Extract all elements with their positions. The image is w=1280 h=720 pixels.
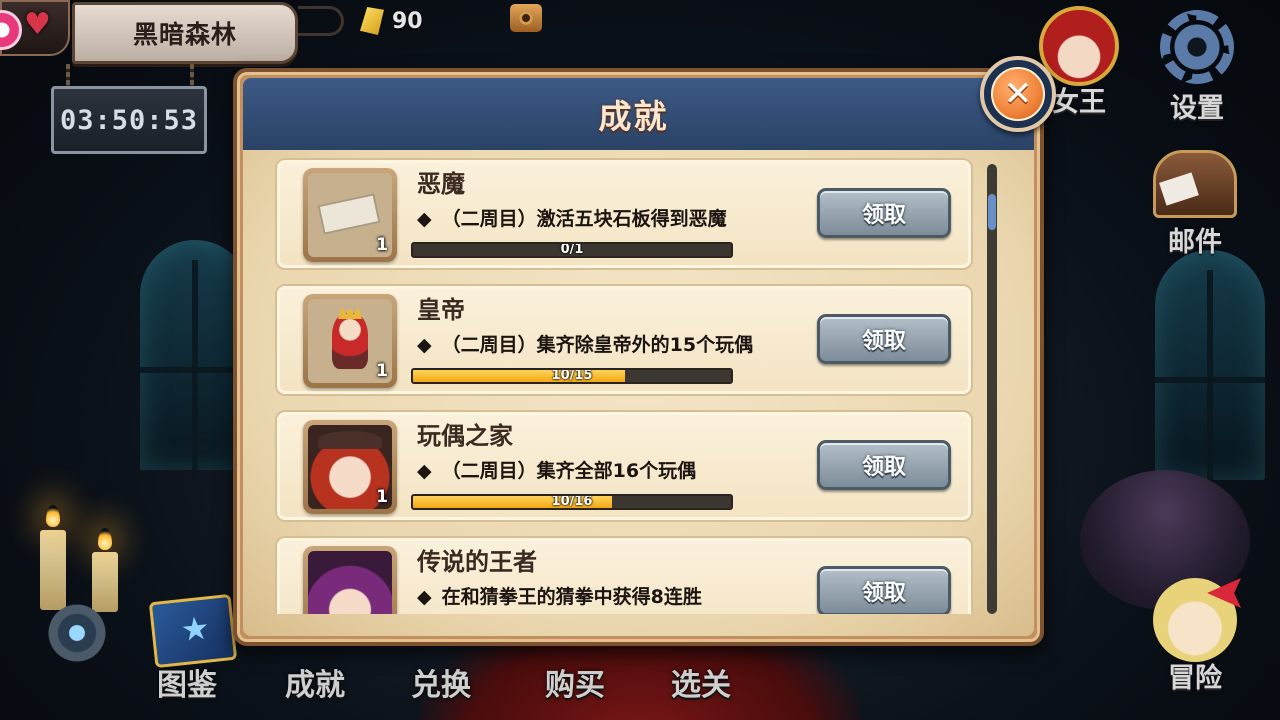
chain-left [66, 64, 70, 88]
close-button[interactable]: ✕ [980, 56, 1056, 132]
queen-crown-icon [1039, 6, 1119, 86]
reward-icon-frame: 1 [303, 294, 397, 388]
dialog-header: 成就 [243, 78, 1034, 150]
progress-bar: 0/1 [411, 242, 733, 258]
background-flame [98, 528, 112, 550]
nav-collection[interactable]: 图鉴 [132, 660, 242, 704]
dialog-title: 成就 [598, 97, 669, 136]
description-text: 在和猜拳王的猜拳中获得8连胜 [441, 586, 702, 608]
heart-icon: ♥ [24, 7, 51, 42]
nav-exchange[interactable]: 兑换 [386, 660, 496, 704]
reward-icon-frame: 1 [303, 168, 397, 262]
achievement-name: 传说的王者 [417, 548, 537, 576]
progress-text: 10/15 [551, 368, 593, 383]
scrollbar-thumb[interactable] [988, 194, 996, 230]
nav-achievements[interactable]: 成就 [260, 660, 370, 704]
countdown-timer: 03:50:53 [51, 86, 207, 154]
camera-icon[interactable] [510, 4, 542, 32]
adventure-doll-icon [1153, 578, 1237, 662]
purple-hair-doll-icon [308, 551, 392, 614]
claim-button[interactable]: 领取 [817, 566, 951, 614]
reward-quantity: 1 [376, 487, 388, 507]
progress-text: 10/16 [551, 494, 593, 509]
achievement-row-legendary-king: 传说的王者 ◆ 在和猜拳王的猜拳中获得8连胜 领取 [275, 536, 973, 614]
ticket-art [317, 193, 381, 235]
gem-icon [360, 7, 384, 35]
nav-shop[interactable]: 购买 [520, 660, 630, 704]
location-plate: 黑暗森林 [72, 2, 298, 64]
emperor-doll-icon: 1 [308, 299, 392, 383]
claim-button[interactable]: 领取 [817, 188, 951, 238]
achievement-description: ◆ 在和猜拳王的猜拳中获得8连胜 [417, 582, 702, 609]
background-window-right [1155, 250, 1265, 480]
gem-counter: 90 [360, 4, 423, 38]
settings-button[interactable]: 设置 [1152, 10, 1242, 125]
doll-portrait-icon: 1 [308, 425, 392, 509]
stone-tablet-ticket-icon: 1 [308, 173, 392, 257]
achievement-row-emperor: 1 皇帝 ◆ （二周目）集齐除皇帝外的15个玩偶 10/15 领取 [275, 284, 973, 396]
description-text: （二周目）集齐全部16个玩偶 [441, 460, 697, 482]
diamond-bullet-icon: ◆ [417, 334, 432, 356]
achievement-name: 皇帝 [417, 296, 465, 324]
progress-text: 0/1 [560, 242, 584, 257]
legend-art [308, 551, 392, 614]
claim-button[interactable]: 领取 [817, 314, 951, 364]
background-candle [40, 530, 66, 610]
claim-button[interactable]: 领取 [817, 440, 951, 490]
progress-bar: 10/15 [411, 368, 733, 384]
achievement-row-dollhouse: 1 玩偶之家 ◆ （二周目）集齐全部16个玩偶 10/16 领取 [275, 410, 973, 522]
nav-level-select[interactable]: 选关 [646, 660, 756, 704]
reward-quantity: 1 [376, 361, 388, 381]
reward-icon-frame [303, 546, 397, 614]
reward-quantity: 1 [376, 235, 388, 255]
plate-ornament [298, 6, 344, 36]
progress-bar: 10/16 [411, 494, 733, 510]
gear-icon [1160, 10, 1234, 84]
achievement-description: ◆ （二周目）激活五块石板得到恶魔 [417, 204, 727, 231]
emperor-art [332, 313, 368, 369]
achievement-name: 玩偶之家 [417, 422, 513, 450]
adventure-button[interactable]: 冒险 [1150, 578, 1240, 695]
achievement-list[interactable]: 1 恶魔 ◆ （二周目）激活五块石板得到恶魔 0/1 领取 1 皇帝 ◆ （二周… [275, 154, 975, 614]
settings-label: 设置 [1170, 93, 1224, 124]
description-text: （二周目）集齐除皇帝外的15个玩偶 [441, 334, 754, 356]
mailbox-icon [1153, 150, 1237, 218]
gem-count: 90 [392, 8, 423, 34]
achievement-name: 恶魔 [417, 170, 465, 198]
chain-right [190, 64, 194, 88]
book-icon[interactable] [148, 593, 238, 669]
reward-icon-frame: 1 [303, 420, 397, 514]
mail-button[interactable]: 邮件 [1150, 150, 1240, 259]
achievements-dialog: 成就 1 恶魔 ◆ （二周目）激活五块石板得到恶魔 0/1 领取 1 皇帝 ◆ … [233, 68, 1044, 646]
scrollbar[interactable] [987, 164, 997, 614]
close-icon: ✕ [991, 67, 1045, 121]
mail-label: 邮件 [1168, 227, 1222, 258]
diamond-bullet-icon: ◆ [417, 586, 432, 608]
achievement-description: ◆ （二周目）集齐全部16个玩偶 [417, 456, 696, 483]
background-flame [46, 505, 60, 527]
diamond-bullet-icon: ◆ [417, 208, 432, 230]
description-text: （二周目）激活五块石板得到恶魔 [441, 208, 727, 230]
background-candle [92, 552, 118, 612]
achievement-description: ◆ （二周目）集齐除皇帝外的15个玩偶 [417, 330, 753, 357]
achievement-row-demon: 1 恶魔 ◆ （二周目）激活五块石板得到恶魔 0/1 领取 [275, 158, 973, 270]
diamond-bullet-icon: ◆ [417, 460, 432, 482]
